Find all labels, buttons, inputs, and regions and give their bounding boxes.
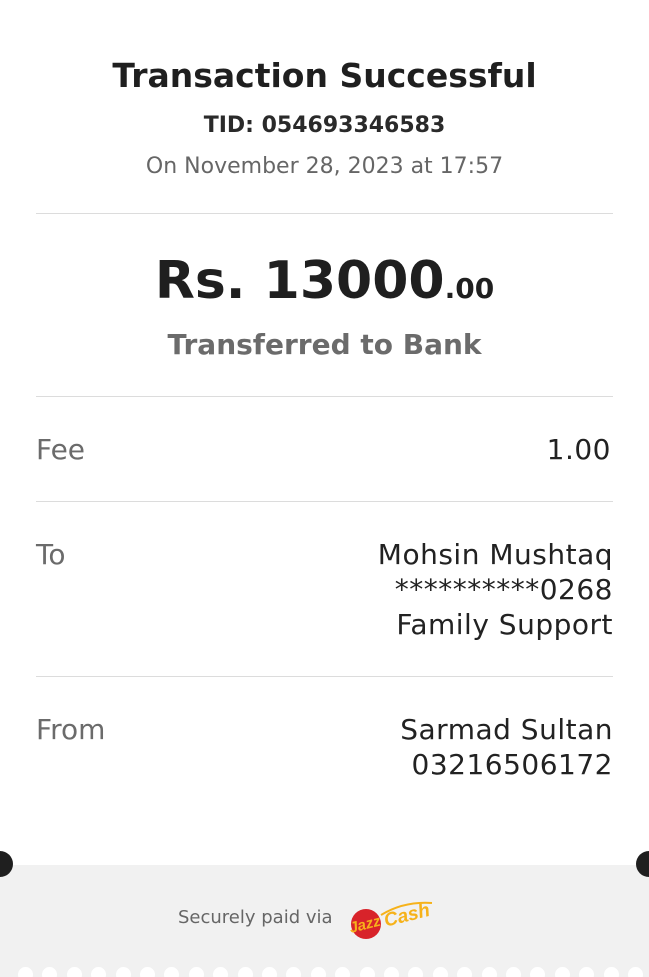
sender-name: Sarmad Sultan — [400, 713, 613, 746]
receipt-title: Transaction Successful — [112, 56, 537, 95]
scallop — [579, 967, 595, 977]
transaction-receipt: Transaction Successful TID: 054693346583… — [0, 0, 649, 865]
scallop — [42, 967, 58, 977]
recipient-details: Mohsin Mushtaq **********0268 Family Sup… — [378, 537, 613, 642]
transaction-amount: Rs. 13000.00 — [0, 250, 649, 324]
transfer-purpose: Family Support — [396, 608, 613, 641]
scallop — [506, 967, 521, 977]
transaction-date: On November 28, 2023 at 17:57 — [145, 154, 504, 179]
scallop — [310, 967, 326, 977]
scallop — [628, 967, 643, 977]
scallop — [408, 967, 424, 977]
amount-main: Rs. 13000 — [154, 251, 445, 311]
divider — [36, 501, 613, 502]
recipient-account: **********0268 — [394, 573, 613, 606]
transaction-id: TID: 054693346583 — [203, 113, 446, 138]
svg-text:Cash: Cash — [382, 900, 432, 932]
scallop — [91, 967, 107, 977]
scallop — [554, 967, 570, 977]
amount-decimal: .00 — [444, 272, 495, 305]
scallop — [359, 967, 375, 977]
divider — [36, 676, 613, 677]
scallop — [140, 967, 155, 977]
scallop — [188, 967, 204, 977]
scallop — [237, 967, 253, 977]
to-label: To — [36, 538, 66, 571]
scallop — [115, 967, 131, 977]
scallop — [164, 967, 180, 977]
scallop — [262, 967, 277, 977]
recipient-name: Mohsin Mushtaq — [377, 538, 613, 571]
transfer-type: Transferred to Bank — [167, 328, 482, 361]
scallop — [432, 967, 448, 977]
scallop — [457, 967, 473, 977]
scallop — [335, 967, 351, 977]
scallop — [481, 967, 497, 977]
scallop — [66, 967, 82, 977]
sender-number: 03216506172 — [411, 748, 613, 781]
divider — [36, 213, 613, 214]
scalloped-edge — [0, 967, 649, 977]
fee-label: Fee — [36, 433, 86, 466]
fee-value: 1.00 — [546, 433, 611, 466]
scallop — [18, 967, 33, 977]
from-label: From — [36, 713, 106, 746]
scallop — [603, 967, 619, 977]
scallop — [213, 967, 229, 977]
sender-details: Sarmad Sultan 03216506172 — [400, 712, 613, 782]
secure-payment-text: Securely paid via — [178, 907, 333, 928]
scallop — [530, 967, 546, 977]
divider — [36, 396, 613, 397]
jazzcash-logo: Jazz Cash — [344, 895, 436, 943]
scallop — [384, 967, 399, 977]
scallop — [286, 967, 302, 977]
